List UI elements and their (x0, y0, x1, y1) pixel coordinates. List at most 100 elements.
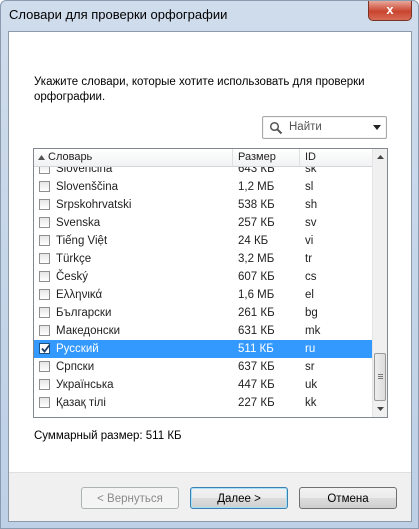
row-size: 637 КБ (238, 361, 275, 373)
row-id: sr (305, 361, 315, 373)
search-placeholder: Найти (289, 121, 322, 133)
list-item[interactable]: Ελληνικά 1,6 МБ el (34, 286, 372, 304)
row-id: uk (305, 379, 318, 391)
row-name: Български (56, 307, 112, 319)
cancel-button[interactable]: Отмена (299, 487, 397, 509)
list-item[interactable]: Slovenščina 1,2 МБ sl (34, 178, 372, 196)
list-item[interactable]: Српски 637 КБ sr (34, 358, 372, 376)
list-rows: Slovenčina 643 КБ sk Slovenščina 1,2 МБ sl Srp… (34, 167, 372, 417)
list-item[interactable]: Srpskohrvatski 538 КБ sh (34, 196, 372, 214)
row-size: 631 КБ (238, 325, 275, 337)
row-id: bg (305, 307, 318, 319)
row-size: 257 КБ (238, 217, 275, 229)
row-checkbox[interactable] (39, 235, 50, 246)
row-checkbox[interactable] (39, 307, 50, 318)
row-name: Türkçe (56, 253, 92, 265)
row-size: 3,2 МБ (238, 253, 275, 265)
row-size: 538 КБ (238, 199, 275, 211)
row-id: kk (305, 397, 317, 409)
column-header-size[interactable]: Размер (233, 149, 300, 166)
thumb-grip (378, 374, 383, 375)
column-header-id[interactable]: ID (300, 149, 372, 166)
row-checkbox[interactable] (39, 397, 50, 408)
window-title: Словари для проверки орфографии (9, 7, 228, 22)
row-checkbox[interactable] (39, 181, 50, 192)
next-button[interactable]: Далее > (190, 487, 288, 509)
row-name: Český (56, 271, 88, 283)
row-name: Ελληνικά (56, 289, 103, 301)
instructions-text: Укажите словари, которые хотите использо… (34, 76, 365, 103)
list-item[interactable]: Svenska 257 КБ sv (34, 214, 372, 232)
sort-up-icon (38, 155, 45, 160)
row-size: 1,2 МБ (238, 181, 275, 193)
scroll-up-icon[interactable] (373, 149, 388, 165)
list-rows-inner: Slovenčina 643 КБ sk Slovenščina 1,2 МБ sl Srp… (34, 167, 372, 412)
row-name: Tiếng Việt (56, 235, 108, 247)
row-checkbox[interactable] (39, 379, 50, 390)
column-header-name[interactable]: Словарь (34, 149, 233, 166)
row-checkbox[interactable] (39, 199, 50, 210)
row-size: 511 КБ (238, 343, 274, 355)
scroll-down-icon[interactable] (373, 401, 388, 417)
row-checkbox[interactable] (39, 343, 51, 354)
row-id: sh (305, 199, 318, 211)
row-id: sl (305, 181, 314, 193)
row-id: vi (305, 235, 314, 247)
list-item[interactable]: Türkçe 3,2 МБ tr (34, 250, 372, 268)
list-item[interactable]: Русский 511 КБ ru (34, 340, 372, 358)
row-name: Македонски (56, 325, 121, 337)
row-name: Slovenščina (56, 181, 119, 193)
row-checkbox[interactable] (39, 167, 50, 174)
row-checkbox[interactable] (39, 253, 50, 264)
client-area: Укажите словари, которые хотите использо… (8, 31, 412, 522)
row-id: el (305, 289, 314, 301)
column-header-id-label: ID (305, 151, 316, 163)
column-header-size-label: Размер (238, 151, 276, 163)
row-size: 1,6 МБ (238, 289, 275, 301)
row-id: ru (305, 343, 316, 355)
row-name: Slovenčina (56, 167, 113, 175)
column-header-name-label: Словарь (48, 151, 93, 163)
search-icon (269, 121, 283, 135)
row-checkbox[interactable] (39, 325, 50, 336)
title-bar: Словари для проверки орфографии x (1, 1, 418, 31)
row-checkbox[interactable] (39, 361, 50, 372)
row-id: cs (305, 271, 317, 283)
row-id: sv (305, 217, 317, 229)
row-name: Српски (56, 361, 95, 373)
row-checkbox[interactable] (39, 217, 50, 228)
list-item[interactable]: Български 261 КБ bg (34, 304, 372, 322)
row-size: 643 КБ (238, 167, 275, 175)
row-checkbox[interactable] (39, 289, 50, 300)
list-item[interactable]: Українська 447 КБ uk (34, 376, 372, 394)
row-size: 607 КБ (238, 271, 275, 283)
search-input[interactable]: Найти (262, 116, 387, 139)
dictionary-list[interactable]: Словарь Размер ID Slovenčina 643 КБ sk Slov… (33, 148, 388, 418)
vertical-scrollbar[interactable] (372, 149, 387, 417)
row-checkbox[interactable] (39, 271, 50, 282)
dialog-window: Словари для проверки орфографии x Укажит… (0, 0, 419, 529)
chevron-down-icon[interactable] (372, 122, 382, 132)
row-size: 24 КБ (238, 235, 269, 247)
content-panel: Укажите словари, которые хотите использо… (9, 32, 411, 473)
row-id: mk (305, 325, 321, 337)
row-name: Srpskohrvatski (56, 199, 132, 211)
row-name: Русский (56, 343, 99, 355)
thumb-grip (378, 378, 383, 379)
row-name: Українська (56, 379, 114, 391)
scrollbar-thumb[interactable] (374, 353, 386, 401)
list-item[interactable]: Slovenčina 643 КБ sk (34, 167, 372, 178)
list-item[interactable]: Македонски 631 КБ mk (34, 322, 372, 340)
list-item[interactable]: Český 607 КБ cs (34, 268, 372, 286)
row-size: 227 КБ (238, 397, 275, 409)
row-size: 447 КБ (238, 379, 275, 391)
list-item[interactable]: Қазақ тілі 227 КБ kk (34, 394, 372, 412)
list-header: Словарь Размер ID (34, 149, 372, 167)
row-name: Svenska (56, 217, 101, 229)
back-button[interactable]: < Вернуться (81, 487, 179, 509)
close-button[interactable]: x (368, 1, 412, 21)
list-item[interactable]: Tiếng Việt 24 КБ vi (34, 232, 372, 250)
row-size: 261 КБ (238, 307, 275, 319)
total-size-text: Суммарный размер: 511 КБ (34, 430, 182, 442)
row-name: Қазақ тілі (56, 397, 106, 409)
